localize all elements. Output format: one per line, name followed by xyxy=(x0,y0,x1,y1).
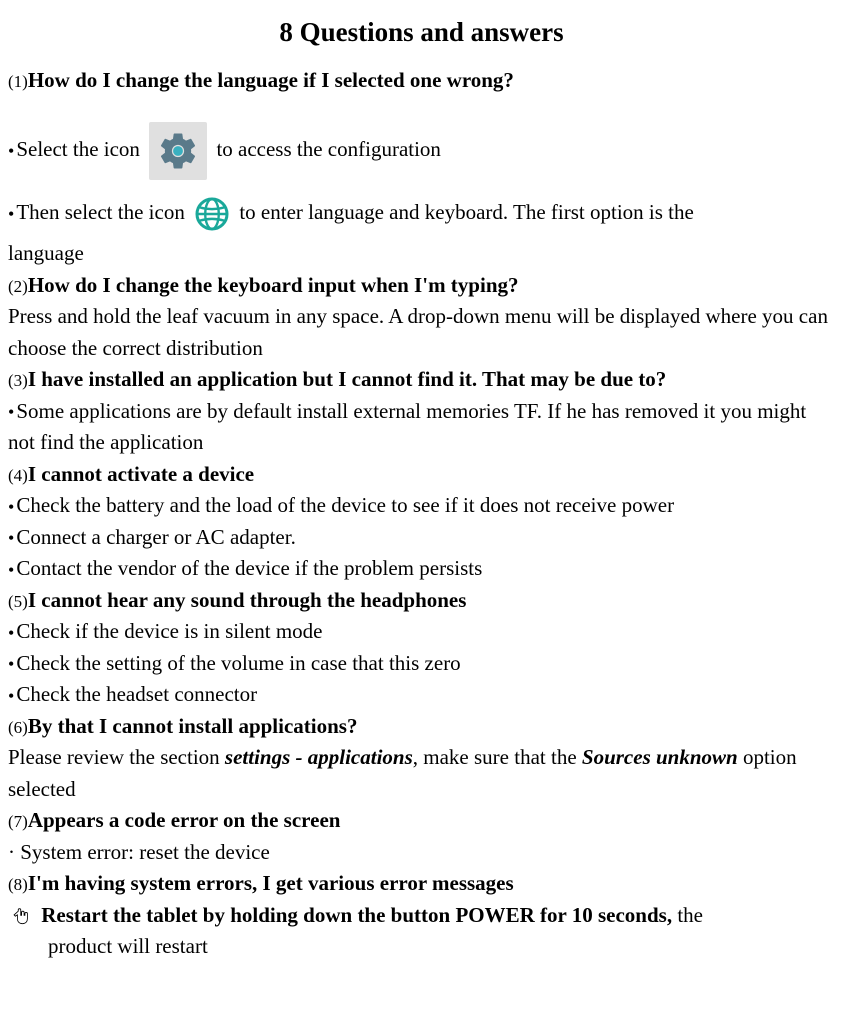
q7-bullet-1: · System error: reset the device xyxy=(8,837,835,869)
q3-number: (3) xyxy=(8,371,28,390)
pointing-finger-icon xyxy=(12,907,32,927)
q6-answer: Please review the section settings - app… xyxy=(8,742,835,805)
q5-number: (5) xyxy=(8,592,28,611)
q5-text: I cannot hear any sound through the head… xyxy=(28,588,467,612)
q6-number: (6) xyxy=(8,718,28,737)
q6-answer-mid: , make sure that the xyxy=(413,745,582,769)
q4-bullet-2: •Connect a charger or AC adapter. xyxy=(8,522,835,554)
q1-line1-before: Select the icon xyxy=(16,137,145,161)
q1-step-2: •Then select the icon to enter language … xyxy=(8,196,835,232)
question-3-header: (3)I have installed an application but I… xyxy=(8,364,835,396)
q8-cont: product will restart xyxy=(48,934,208,958)
question-1-header: (1)How do I change the language if I sel… xyxy=(8,65,835,97)
q1-number: (1) xyxy=(8,72,28,91)
q8-answer-line-2: product will restart xyxy=(8,931,835,963)
q8-bold: Restart the tablet by holding down the b… xyxy=(41,903,672,927)
question-6-header: (6)By that I cannot install applications… xyxy=(8,711,835,743)
q5-bullet-3-text: Check the headset connector xyxy=(16,682,257,706)
q7-text: Appears a code error on the screen xyxy=(28,808,341,832)
q4-bullet-1: •Check the battery and the load of the d… xyxy=(8,490,835,522)
q3-bullet-1: •Some applications are by default instal… xyxy=(8,396,835,459)
q4-bullet-3: •Contact the vendor of the device if the… xyxy=(8,553,835,585)
q7-number: (7) xyxy=(8,812,28,831)
question-2-header: (2)How do I change the keyboard input wh… xyxy=(8,270,835,302)
q6-emph-1: settings - applications xyxy=(225,745,413,769)
q4-bullet-3-text: Contact the vendor of the device if the … xyxy=(16,556,482,580)
q8-number: (8) xyxy=(8,875,28,894)
q4-bullet-2-text: Connect a charger or AC adapter. xyxy=(16,525,296,549)
page-title: 8 Questions and answers xyxy=(8,12,835,53)
q7-bullet-1-text: System error: reset the device xyxy=(20,840,270,864)
question-5-header: (5)I cannot hear any sound through the h… xyxy=(8,585,835,617)
q4-number: (4) xyxy=(8,466,28,485)
q5-bullet-2-text: Check the setting of the volume in case … xyxy=(16,651,460,675)
q6-emph-2: Sources unknown xyxy=(582,745,738,769)
question-8-header: (8)I'm having system errors, I get vario… xyxy=(8,868,835,900)
q1-line2-after: to enter language and keyboard. The firs… xyxy=(239,200,693,224)
q5-bullet-2: •Check the setting of the volume in case… xyxy=(8,648,835,680)
q5-bullet-1-text: Check if the device is in silent mode xyxy=(16,619,322,643)
globe-icon xyxy=(194,196,230,232)
q1-line2-before: Then select the icon xyxy=(16,200,190,224)
question-4-header: (4)I cannot activate a device xyxy=(8,459,835,491)
q2-text: How do I change the keyboard input when … xyxy=(28,273,519,297)
question-7-header: (7)Appears a code error on the screen xyxy=(8,805,835,837)
q5-bullet-1: •Check if the device is in silent mode xyxy=(8,616,835,648)
q1-text: How do I change the language if I select… xyxy=(28,68,514,92)
q8-answer-line-1: Restart the tablet by holding down the b… xyxy=(8,900,835,932)
q1-step-2-cont: language xyxy=(8,238,835,270)
q1-line3: language xyxy=(8,241,84,265)
q3-bullet-1-text: Some applications are by default install… xyxy=(8,399,806,455)
q5-bullet-3: •Check the headset connector xyxy=(8,679,835,711)
settings-icon xyxy=(149,122,207,180)
q8-rest: the xyxy=(672,903,703,927)
q4-text: I cannot activate a device xyxy=(28,462,254,486)
q8-text: I'm having system errors, I get various … xyxy=(28,871,514,895)
q7-bullet-prefix: · xyxy=(8,840,20,864)
q4-bullet-1-text: Check the battery and the load of the de… xyxy=(16,493,674,517)
q2-answer: Press and hold the leaf vacuum in any sp… xyxy=(8,301,835,364)
q3-text: I have installed an application but I ca… xyxy=(28,367,666,391)
q6-text: By that I cannot install applications? xyxy=(28,714,358,738)
q2-number: (2) xyxy=(8,277,28,296)
q6-answer-pre: Please review the section xyxy=(8,745,225,769)
q1-step-1: •Select the icon to access the configura… xyxy=(8,122,835,180)
q1-line1-after: to access the configuration xyxy=(216,137,441,161)
